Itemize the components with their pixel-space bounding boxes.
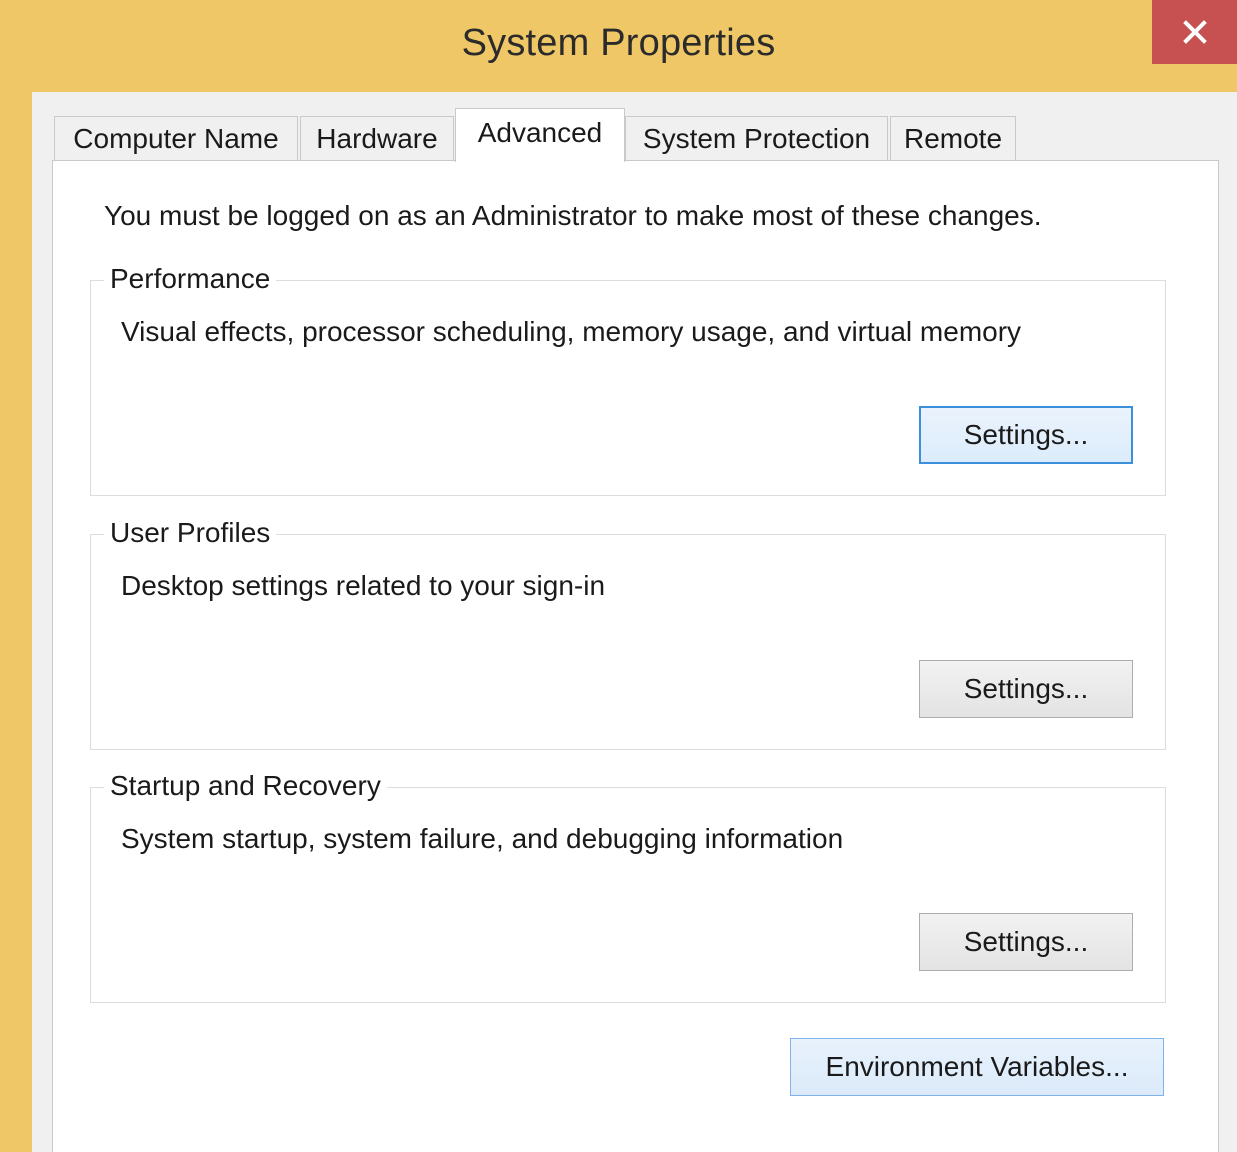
user-profiles-settings-button[interactable]: Settings... [919,660,1133,718]
user-profiles-description: Desktop settings related to your sign-in [121,570,606,601]
tab-system-protection[interactable]: System Protection [625,116,888,160]
window-title: System Properties [461,22,776,64]
startup-recovery-group-title: Startup and Recovery [104,770,387,802]
user-profiles-group-title: User Profiles [104,517,277,549]
environment-variables-button[interactable]: Environment Variables... [790,1038,1164,1096]
tab-advanced[interactable]: Advanced [455,108,625,162]
close-icon [1182,20,1207,44]
admin-note: You must be logged on as an Administrato… [104,200,1042,231]
performance-group-title: Performance [104,263,277,295]
performance-settings-button[interactable]: Settings... [919,406,1133,464]
title-bar[interactable]: System Properties [0,0,1237,92]
close-button[interactable] [1152,0,1237,64]
tab-hardware[interactable]: Hardware [300,116,454,160]
performance-description: Visual effects, processor scheduling, me… [121,316,1022,347]
startup-recovery-description: System startup, system failure, and debu… [121,823,844,854]
startup-recovery-settings-button[interactable]: Settings... [919,913,1133,971]
tab-remote[interactable]: Remote [890,116,1016,160]
tab-computer-name[interactable]: Computer Name [54,116,298,160]
